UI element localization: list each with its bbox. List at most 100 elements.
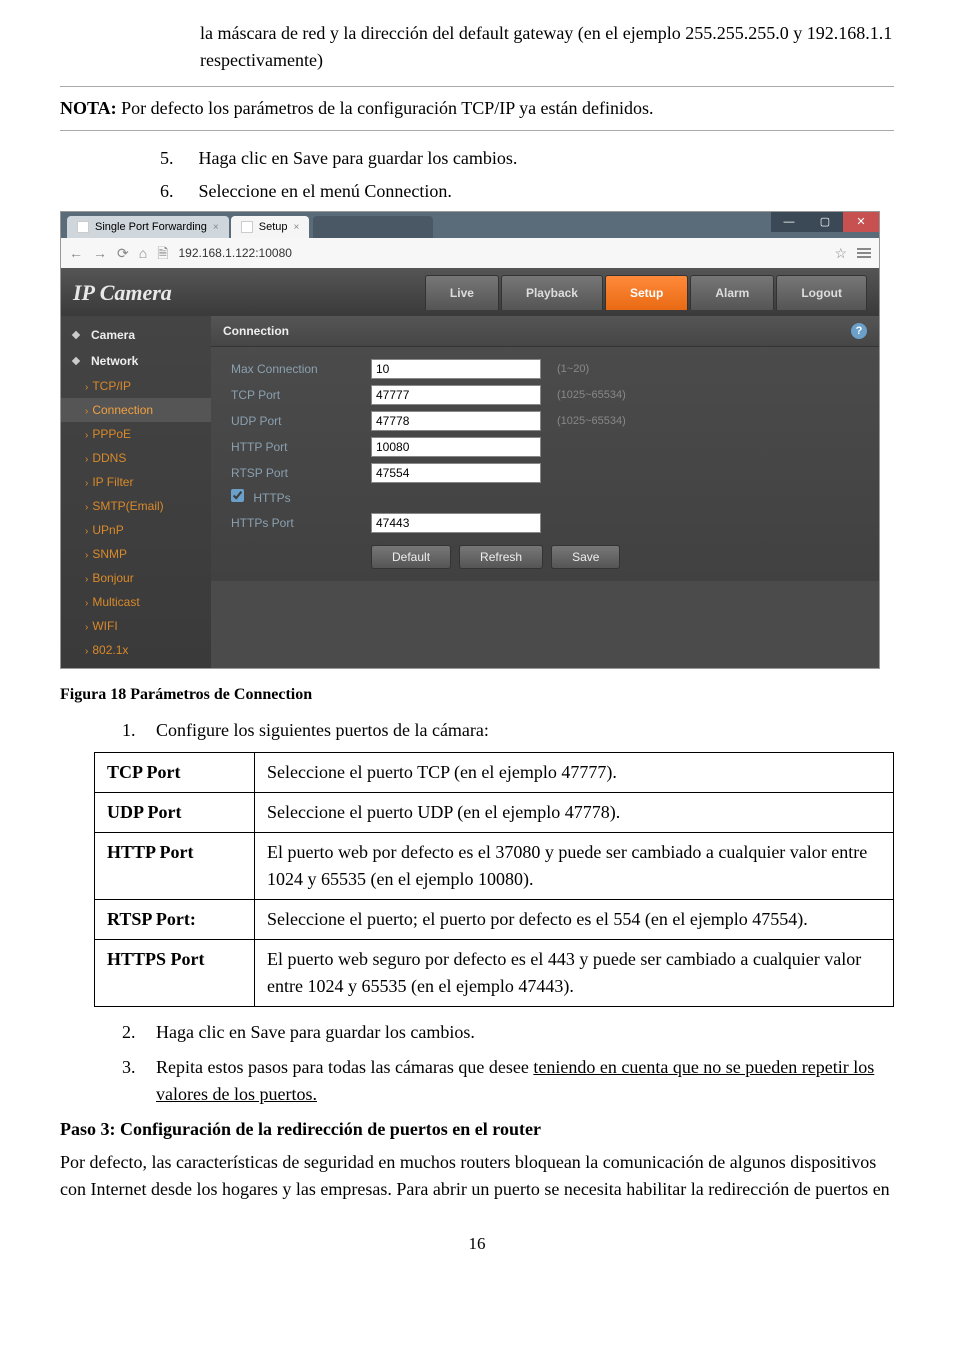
- input-httpsport[interactable]: [371, 513, 541, 533]
- home-icon[interactable]: ⌂: [139, 243, 147, 264]
- browser-address-row: ← → ⟳ ⌂ 🗎 192.168.1.122:10080 ☆: [61, 238, 879, 268]
- sidebar-label-tcpip: TCP/IP: [92, 379, 131, 393]
- sidebar-label-ddns: DDNS: [92, 451, 126, 465]
- sidebar-camera[interactable]: Camera: [61, 322, 211, 348]
- divider-top: [60, 86, 894, 87]
- nav-setup[interactable]: Setup: [605, 275, 688, 310]
- reload-icon[interactable]: ⟳: [117, 243, 129, 264]
- sidebar-label-connection: Connection: [92, 403, 153, 417]
- table-row-https: HTTPS Port El puerto web seguro por defe…: [95, 940, 894, 1007]
- sidebar-item-multicast[interactable]: › Multicast: [61, 590, 211, 614]
- label-rtspport: RTSP Port: [231, 464, 371, 482]
- sidebar-item-wifi[interactable]: › WIFI: [61, 614, 211, 638]
- sidebar-label-pppoe: PPPoE: [92, 427, 131, 441]
- input-maxconn[interactable]: [371, 359, 541, 379]
- browser-tabs-row: Single Port Forwarding × Setup × — ▢ ✕: [61, 212, 879, 238]
- chevron-right-icon: ›: [85, 478, 88, 489]
- section-head-connection: Connection ?: [211, 316, 879, 347]
- cell-udp-label: UDP Port: [95, 793, 255, 833]
- list-item-6: 6. Seleccione en el menú Connection.: [160, 178, 894, 205]
- label-udpport: UDP Port: [231, 412, 371, 430]
- nav-playback[interactable]: Playback: [501, 275, 603, 310]
- label-httpport: HTTP Port: [231, 438, 371, 456]
- sidebar-item-snmp[interactable]: ›SNMP: [61, 542, 211, 566]
- hint-tcpport: (1025~65534): [551, 387, 691, 404]
- tab-close-1[interactable]: ×: [213, 220, 219, 235]
- button-row: Default Refresh Save: [371, 545, 691, 569]
- intro-paragraph: la máscara de red y la dirección del def…: [200, 20, 894, 74]
- help-icon[interactable]: ?: [851, 323, 867, 339]
- browser-tab-2[interactable]: Setup ×: [231, 216, 310, 238]
- bookmark-icon[interactable]: ☆: [834, 243, 847, 264]
- table-row-http: HTTP Port El puerto web por defecto es e…: [95, 833, 894, 900]
- forward-icon[interactable]: →: [93, 243, 107, 264]
- list-cfg-num: 1.: [122, 717, 156, 744]
- sidebar-item-upnp[interactable]: › UPnP: [61, 518, 211, 542]
- sidebar-item-ddns[interactable]: › DDNS: [61, 446, 211, 470]
- screenshot-connection: Single Port Forwarding × Setup × — ▢ ✕ ←…: [60, 211, 880, 669]
- close-window-button[interactable]: ✕: [843, 212, 879, 232]
- table-row-udp: UDP Port Seleccione el puerto UDP (en el…: [95, 793, 894, 833]
- list-post-num-3: 3.: [122, 1054, 156, 1108]
- input-rtspport[interactable]: [371, 463, 541, 483]
- sidebar-label-multicast: Multicast: [92, 595, 139, 609]
- list-text-6: Seleccione en el menú Connection.: [199, 181, 452, 201]
- cell-http-label: HTTP Port: [95, 833, 255, 900]
- divider-bottom: [60, 130, 894, 131]
- table-row-rtsp: RTSP Port: Seleccione el puerto; el puer…: [95, 900, 894, 940]
- chevron-right-icon: ›: [85, 622, 88, 633]
- disc-icon: [72, 331, 80, 339]
- cell-udp-desc: Seleccione el puerto UDP (en el ejemplo …: [255, 793, 894, 833]
- label-httpsport: HTTPs Port: [231, 514, 371, 532]
- minimize-button[interactable]: —: [771, 212, 807, 232]
- browser-tab-blank[interactable]: [313, 216, 433, 238]
- sidebar-item-smtp[interactable]: ›SMTP(Email): [61, 494, 211, 518]
- browser-tab-1[interactable]: Single Port Forwarding ×: [67, 216, 229, 238]
- sidebar: Camera Network ›TCP/IP ›Connection ›PPPo…: [61, 316, 211, 668]
- sidebar-item-8021x[interactable]: ›802.1x: [61, 638, 211, 662]
- maximize-button[interactable]: ▢: [807, 212, 843, 232]
- save-button[interactable]: Save: [551, 545, 620, 569]
- address-text[interactable]: 192.168.1.122:10080: [178, 244, 824, 262]
- cell-tcp-desc: Seleccione el puerto TCP (en el ejemplo …: [255, 753, 894, 793]
- sidebar-label-upnp: UPnP: [92, 523, 123, 537]
- cell-https-desc: El puerto web seguro por defecto es el 4…: [255, 940, 894, 1007]
- sidebar-item-tcpip[interactable]: ›TCP/IP: [61, 374, 211, 398]
- nav-alarm[interactable]: Alarm: [690, 275, 774, 310]
- nav-logout[interactable]: Logout: [776, 275, 867, 310]
- input-httpport[interactable]: [371, 437, 541, 457]
- tab-close-2[interactable]: ×: [293, 220, 299, 235]
- nav-live[interactable]: Live: [425, 275, 499, 310]
- sidebar-label-wifi: WIFI: [92, 619, 117, 633]
- tab-favicon-2: [241, 221, 253, 233]
- sidebar-item-ipfilter[interactable]: ›IP Filter: [61, 470, 211, 494]
- chevron-right-icon: ›: [85, 526, 88, 537]
- cell-rtsp-desc: Seleccione el puerto; el puerto por defe…: [255, 900, 894, 940]
- sidebar-network[interactable]: Network: [61, 348, 211, 374]
- list-num-6: 6.: [160, 178, 194, 205]
- disc-icon: [72, 357, 80, 365]
- sidebar-label-snmp: SNMP: [92, 547, 127, 561]
- https-enable-row[interactable]: HTTPs: [231, 489, 691, 507]
- menu-icon[interactable]: [857, 246, 871, 260]
- section-title: Connection: [223, 322, 289, 340]
- refresh-button[interactable]: Refresh: [459, 545, 543, 569]
- sidebar-item-pppoe[interactable]: ›PPPoE: [61, 422, 211, 446]
- chevron-right-icon: ›: [85, 454, 88, 465]
- back-icon[interactable]: ←: [69, 243, 83, 264]
- ipc-title-ip: IP: [73, 280, 94, 305]
- chevron-right-icon: ›: [85, 406, 88, 417]
- sidebar-item-bonjour[interactable]: ›Bonjour: [61, 566, 211, 590]
- chevron-right-icon: ›: [85, 574, 88, 585]
- list-post-2: 2. Haga clic en Save para guardar los ca…: [122, 1019, 894, 1046]
- list-post-text-2: Haga clic en Save para guardar los cambi…: [156, 1019, 894, 1046]
- chevron-right-icon: ›: [85, 598, 88, 609]
- default-button[interactable]: Default: [371, 545, 451, 569]
- ipc-title-rest: Camera: [94, 280, 172, 305]
- sidebar-item-connection[interactable]: › Connection: [61, 398, 211, 422]
- table-row-tcp: TCP Port Seleccione el puerto TCP (en el…: [95, 753, 894, 793]
- checkbox-https[interactable]: [231, 489, 244, 502]
- input-tcpport[interactable]: [371, 385, 541, 405]
- input-udpport[interactable]: [371, 411, 541, 431]
- list-text-5: Haga clic en Save para guardar los cambi…: [199, 148, 518, 168]
